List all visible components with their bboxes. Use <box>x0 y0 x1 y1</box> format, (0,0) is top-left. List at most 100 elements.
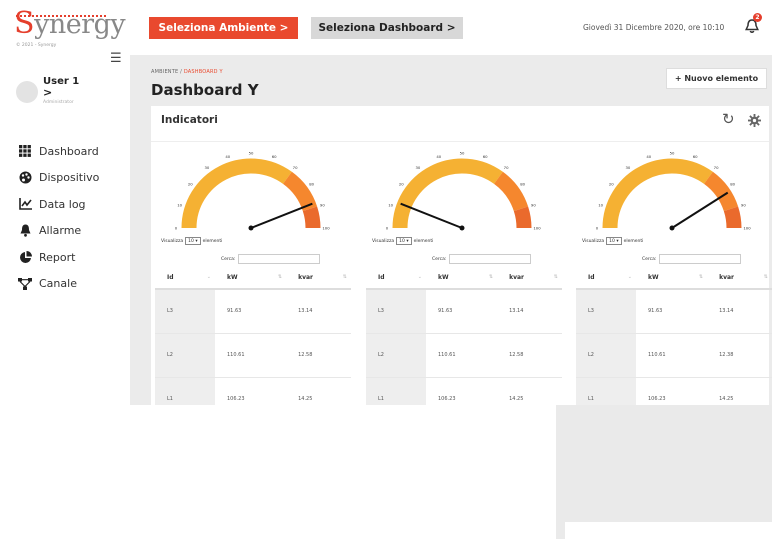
cell-kvar: 12.58 <box>497 333 562 378</box>
app-frame: Synergy © 2021 - Synergy ☰ User 1 > Admi… <box>0 0 772 405</box>
select-dashboard-button[interactable]: Seleziona Dashboard > <box>311 17 463 39</box>
cell-kvar: 13.14 <box>286 289 351 334</box>
gauge-tick-label: 50 <box>460 151 465 156</box>
search-input[interactable] <box>238 254 321 264</box>
gear-icon[interactable] <box>748 114 761 127</box>
sidebar-item-label: Allarme <box>39 224 82 238</box>
gauge-band-critical <box>302 206 321 229</box>
page-length-value: 10 <box>399 239 405 244</box>
page-length-control: Visualizza 10 ▾ elementi <box>582 237 643 245</box>
gauge-band-critical <box>513 206 532 229</box>
sidebar-item-label: Dashboard <box>39 144 99 158</box>
column-header-id[interactable]: Id ⌄ <box>576 267 636 290</box>
logo: Synergy <box>14 6 126 41</box>
sidebar-item-data-log[interactable]: Data log <box>18 191 99 218</box>
table-row: L1 106.23 14.25 <box>576 377 772 405</box>
network-icon <box>18 277 32 291</box>
breadcrumb-root[interactable]: AMBIENTE <box>151 69 178 75</box>
column-header-id[interactable]: Id ⌄ <box>155 267 215 290</box>
table-row: L2 110.61 12.38 <box>576 333 772 378</box>
gauge-tick-label: 90 <box>320 202 325 207</box>
column-header-label: Id <box>588 274 595 281</box>
notification-badge: 2 <box>753 13 762 22</box>
column-header-label: kvar <box>509 274 525 281</box>
gauge: 0 10 20 30 40 50 60 70 80 90 100 <box>175 151 330 231</box>
show-suffix: elementi <box>202 238 223 244</box>
gauge-band-normal <box>392 158 503 229</box>
cell-id: L3 <box>576 289 636 334</box>
grid-icon <box>18 144 32 158</box>
column-header-kvar[interactable]: kvar ⇅ <box>497 267 562 290</box>
search-input[interactable] <box>449 254 532 264</box>
column-header-label: kvar <box>719 274 735 281</box>
logo-decoration <box>16 15 106 17</box>
column-header-kw[interactable]: kW ⇅ <box>636 267 708 290</box>
select-environment-button[interactable]: Seleziona Ambiente > <box>149 17 298 39</box>
table-row: L1 106.23 14.25 <box>366 377 562 405</box>
cell-id: L1 <box>366 377 426 405</box>
column-header-label: Id <box>167 274 174 281</box>
cell-id: L2 <box>576 333 636 378</box>
data-table: Id ⌄ kW ⇅ kvar ⇅ L3 91.63 13.14 L2 110.61 12.58 L1 10… <box>366 267 562 405</box>
show-suffix: elementi <box>413 238 434 244</box>
gauge-tick-label: 40 <box>436 154 441 159</box>
column-header-kvar[interactable]: kvar ⇅ <box>707 267 772 290</box>
gauge-tick-label: 80 <box>730 181 735 186</box>
column-header-kw[interactable]: kW ⇅ <box>215 267 287 290</box>
breadcrumb: AMBIENTE / DASHBOARD Y <box>151 69 223 75</box>
gauge-tick-label: 60 <box>272 154 277 159</box>
search-label: Cerca: <box>221 256 236 262</box>
sidebar-item-allarme[interactable]: Allarme <box>18 218 99 245</box>
panel-header: Indicatori ↻ <box>151 106 769 142</box>
cell-id: L3 <box>155 289 215 334</box>
menu-toggle-icon[interactable]: ☰ <box>110 52 122 65</box>
table-row: L1 106.23 14.25 <box>155 377 351 405</box>
cell-kvar: 13.14 <box>497 289 562 334</box>
gauge-tick-label: 10 <box>598 202 603 207</box>
device-frame-block <box>556 405 772 539</box>
column-header-label: kW <box>227 274 238 281</box>
page-length-select[interactable]: 10 ▾ <box>606 237 622 245</box>
refresh-icon[interactable]: ↻ <box>722 112 735 127</box>
breadcrumb-current: DASHBOARD Y <box>183 69 223 75</box>
table-search: Cerca: <box>432 254 532 264</box>
cell-kvar: 13.14 <box>707 289 772 334</box>
panel-title: Indicatori <box>161 114 218 126</box>
column-header-label: kvar <box>298 274 314 281</box>
column-header-id[interactable]: Id ⌄ <box>366 267 426 290</box>
gauge-band-normal <box>602 158 713 229</box>
palette-icon <box>18 171 32 185</box>
sort-icon: ⇅ <box>763 274 768 280</box>
sort-icon: ⇅ <box>488 274 494 280</box>
table-row: L3 91.63 13.14 <box>576 289 772 334</box>
gauge-needle <box>250 202 313 229</box>
gauge-tick-label: 80 <box>520 181 525 186</box>
gauge-tick-label: 30 <box>415 165 420 170</box>
indicator-card: 0 10 20 30 40 50 60 70 80 90 100 Visualizza 10 ▾ elem… <box>151 142 351 405</box>
cell-id: L2 <box>366 333 426 378</box>
gauge-tick-label: 20 <box>609 181 614 186</box>
sidebar-item-dispositivo[interactable]: Dispositivo <box>18 165 99 192</box>
cell-id: L1 <box>576 377 636 405</box>
avatar <box>16 81 38 103</box>
page-length-select[interactable]: 10 ▾ <box>396 237 412 245</box>
cell-kw: 110.61 <box>636 333 708 378</box>
gauge-tick-label: 100 <box>533 226 541 231</box>
gauge-tick-label: 80 <box>309 181 314 186</box>
page-length-select[interactable]: 10 ▾ <box>185 237 201 245</box>
page-length-control: Visualizza 10 ▾ elementi <box>372 237 433 245</box>
search-input[interactable] <box>659 254 742 264</box>
column-header-kvar[interactable]: kvar ⇅ <box>286 267 351 290</box>
sidebar-item-report[interactable]: Report <box>18 244 99 271</box>
gauge-tick-label: 40 <box>646 154 651 159</box>
table-row: L3 91.63 13.14 <box>366 289 562 334</box>
new-element-button[interactable]: + Nuovo elemento <box>666 68 767 89</box>
sidebar-item-canale[interactable]: Canale <box>18 271 99 298</box>
sort-icon: ⇅ <box>342 274 347 280</box>
gauge-tick-label: 100 <box>743 226 751 231</box>
cell-kvar: 14.25 <box>497 377 562 405</box>
show-label: Visualizza <box>372 238 395 244</box>
column-header-kw[interactable]: kW ⇅ <box>426 267 498 290</box>
sidebar-item-dashboard[interactable]: Dashboard <box>18 138 99 165</box>
table-header-row: Id ⌄ kW ⇅ kvar ⇅ <box>576 267 772 290</box>
